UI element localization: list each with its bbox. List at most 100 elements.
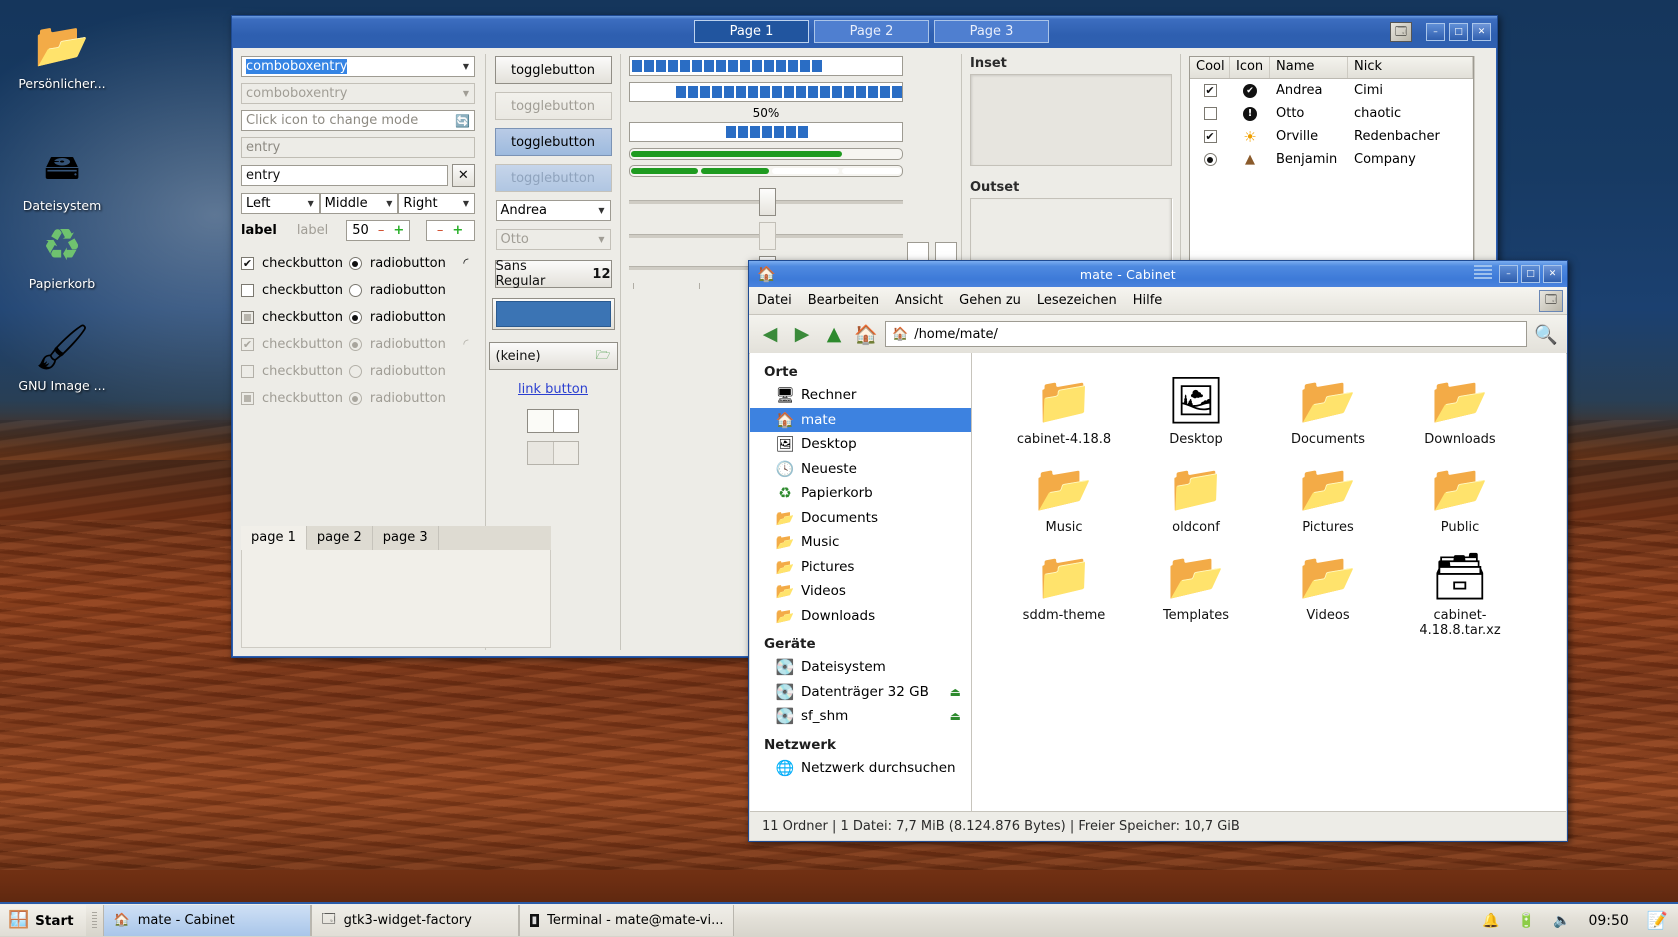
desktop-icon-filesystem[interactable]: 🖴 Dateisystem: [4, 140, 120, 213]
column-header-icon[interactable]: Icon: [1230, 57, 1270, 78]
switch-on[interactable]: [527, 409, 579, 433]
up-icon[interactable]: ▲: [821, 321, 847, 347]
path-entry[interactable]: 🏠 /home/mate/: [885, 321, 1527, 347]
sidebar-item-neueste[interactable]: 🕓Neueste: [750, 457, 971, 482]
search-icon[interactable]: 🔍: [1533, 321, 1559, 347]
sidebar-item-desktop[interactable]: 🖼Desktop: [750, 432, 971, 457]
column-header-cool[interactable]: Cool: [1190, 57, 1230, 78]
spinbutton-compact[interactable]: – +: [426, 220, 475, 241]
scale-1[interactable]: [629, 185, 903, 219]
volume-icon[interactable]: 🔈: [1553, 913, 1570, 929]
treeview[interactable]: Cool Icon Name Nick ✔ ✔ Andrea Cimi !: [1189, 56, 1474, 264]
tab-page-2[interactable]: Page 2: [814, 20, 929, 43]
spinbutton[interactable]: 50 – +: [346, 220, 410, 241]
cabinet-file-manager-window[interactable]: 🏠 mate - Cabinet – □ ✕ Datei Bearbeiten …: [748, 260, 1568, 842]
inner-tab-page-2[interactable]: page 2: [307, 526, 373, 550]
start-button[interactable]: 🪟 Start: [0, 905, 86, 936]
checkbutton-row[interactable]: checkbutton: [241, 304, 349, 331]
row-checkbox-icon[interactable]: ✔: [1204, 84, 1217, 97]
table-row[interactable]: ✔ ☀ Orville Redenbacher: [1190, 125, 1473, 148]
sidebar-item-sf-shm[interactable]: 💽sf_shm⏏: [750, 704, 971, 729]
file-chooser-button[interactable]: (keine) 🗁: [489, 342, 618, 370]
clear-icon[interactable]: ✕: [452, 164, 475, 187]
radio-icon[interactable]: [349, 257, 362, 270]
file-item[interactable]: 📁sddm-theme: [998, 545, 1130, 638]
menu-gehen-zu[interactable]: Gehen zu: [959, 293, 1021, 308]
inner-notebook-tabs[interactable]: page 1 page 2 page 3: [241, 526, 551, 550]
taskbar-item-widget-factory[interactable]: 🗔 gtk3-widget-factory: [311, 905, 519, 936]
togglebutton-3[interactable]: togglebutton: [495, 128, 612, 156]
menu-lesezeichen[interactable]: Lesezeichen: [1037, 293, 1117, 308]
scale-1-knob[interactable]: [759, 188, 776, 216]
forward-icon[interactable]: ▶: [789, 321, 815, 347]
table-row[interactable]: ! Otto chaotic: [1190, 102, 1473, 125]
taskbar-grip[interactable]: [92, 912, 97, 930]
file-item[interactable]: 📂Public: [1394, 457, 1526, 535]
table-row[interactable]: ✔ ✔ Andrea Cimi: [1190, 79, 1473, 102]
file-item[interactable]: 📂Music: [998, 457, 1130, 535]
file-item[interactable]: 📂Downloads: [1394, 369, 1526, 447]
checkbutton-row[interactable]: ✔checkbutton: [241, 250, 349, 277]
eject-icon[interactable]: ⏏: [950, 709, 961, 723]
entry-field[interactable]: entry: [241, 165, 448, 186]
checkbox-icon[interactable]: [241, 284, 254, 297]
sidebar-item-pictures[interactable]: 📂Pictures: [750, 555, 971, 580]
row-checkbox-icon[interactable]: [1204, 107, 1217, 120]
treeview-scrollbar[interactable]: [1474, 56, 1488, 262]
chevron-down-icon[interactable]: ▼: [594, 206, 610, 215]
cabinet-toolbar[interactable]: ◀ ▶ ▲ 🏠 🏠 /home/mate/ 🔍: [749, 315, 1567, 354]
spin-plus-icon[interactable]: +: [389, 223, 409, 238]
spin-minus-icon[interactable]: –: [433, 223, 449, 238]
home-icon[interactable]: 🏠: [853, 321, 879, 347]
eject-icon[interactable]: ⏏: [950, 685, 961, 699]
maximize-button[interactable]: □: [1449, 23, 1468, 41]
tab-page-3[interactable]: Page 3: [934, 20, 1049, 43]
file-item[interactable]: 📂Documents: [1262, 369, 1394, 447]
checkbutton-row[interactable]: checkbutton: [241, 277, 349, 304]
cabinet-file-view[interactable]: 📁cabinet-4.18.8🖼Desktop📂Documents📂Downlo…: [972, 353, 1566, 812]
file-grid[interactable]: 📁cabinet-4.18.8🖼Desktop📂Documents📂Downlo…: [998, 369, 1566, 648]
file-item[interactable]: 🖼Desktop: [1130, 369, 1262, 447]
sidebar-item-downloads[interactable]: 📂Downloads: [750, 604, 971, 629]
chevron-down-icon[interactable]: ▼: [458, 199, 474, 208]
cabinet-menubar[interactable]: Datei Bearbeiten Ansicht Gehen zu Leseze…: [749, 287, 1567, 315]
system-tray[interactable]: 🔔 🔋 🔈 09:50 📝: [1482, 911, 1678, 931]
widget-factory-tabs[interactable]: Page 1 Page 2 Page 3: [694, 20, 1049, 43]
togglebutton-1[interactable]: togglebutton: [495, 56, 612, 84]
spin-minus-icon[interactable]: –: [374, 223, 390, 238]
menu-ansicht[interactable]: Ansicht: [895, 293, 943, 308]
desktop-icon-trash[interactable]: ♻ Papierkorb: [4, 218, 120, 291]
widget-factory-window-controls[interactable]: 🗔 – □ ✕: [1390, 22, 1491, 42]
name-combo-enabled[interactable]: Andrea ▼: [496, 200, 611, 221]
file-item[interactable]: 📂Templates: [1130, 545, 1262, 638]
bell-icon[interactable]: 🔔: [1482, 913, 1499, 929]
sidebar-item-datentraeger[interactable]: 💽Datenträger 32 GB⏏: [750, 680, 971, 705]
file-item[interactable]: 🗃cabinet-4.18.8.tar.xz: [1394, 545, 1526, 638]
radiobutton-row[interactable]: radiobutton: [349, 277, 457, 304]
radiobutton-row[interactable]: radiobutton: [349, 304, 457, 331]
sidebar-item-mate[interactable]: 🏠mate: [750, 408, 971, 433]
sidebar-item-netzwerk-durchsuchen[interactable]: 🌐Netzwerk durchsuchen: [750, 756, 971, 781]
chevron-down-icon[interactable]: ▼: [303, 199, 319, 208]
menu-hilfe[interactable]: Hilfe: [1133, 293, 1163, 308]
close-button[interactable]: ✕: [1472, 23, 1491, 41]
taskbar[interactable]: 🪟 Start 🏠 mate - Cabinet 🗔 gtk3-widget-f…: [0, 902, 1678, 937]
battery-icon[interactable]: 🔋: [1518, 913, 1535, 929]
desktop-icon-home[interactable]: 📂 Persönlicher...: [4, 18, 120, 91]
taskbar-item-cabinet[interactable]: 🏠 mate - Cabinet: [103, 905, 311, 936]
menu-bearbeiten[interactable]: Bearbeiten: [808, 293, 879, 308]
align-combo-middle[interactable]: Middle ▼: [320, 193, 399, 214]
sidebar-item-music[interactable]: 📂Music: [750, 530, 971, 555]
color-button[interactable]: [492, 298, 615, 330]
taskbar-item-terminal[interactable]: ▮ Terminal - mate@mate-vi...: [519, 905, 735, 936]
cabinet-window-controls[interactable]: – □ ✕: [1474, 265, 1567, 283]
desktop-icon-gimp[interactable]: 🖌 GNU Image ...: [4, 320, 120, 393]
minimize-button[interactable]: –: [1499, 265, 1518, 283]
inner-tab-page-3[interactable]: page 3: [373, 526, 439, 550]
maximize-button[interactable]: □: [1521, 265, 1540, 283]
comboboxentry-1[interactable]: comboboxentry ▼: [241, 56, 475, 77]
checkbox-icon[interactable]: ✔: [241, 257, 254, 270]
inner-tab-page-1[interactable]: page 1: [241, 526, 307, 550]
spin-plus-icon[interactable]: +: [448, 223, 468, 238]
radio-icon[interactable]: [349, 284, 362, 297]
